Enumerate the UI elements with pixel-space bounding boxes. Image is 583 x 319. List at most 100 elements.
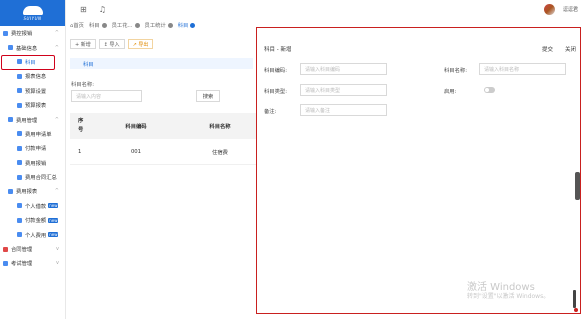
report-icon [17,160,22,166]
submit-button[interactable]: 提交 [542,45,553,53]
sidebar-item-label: 个人费用 [25,232,47,239]
close-icon[interactable] [190,23,196,28]
search-button[interactable]: 搜索 [196,90,220,102]
subject-type-label: 科目类型: [264,89,287,95]
top-bar: ⊞ ♫ 逗逗君 [66,0,583,19]
app-root: SUIYUN 费控报销 ^ 基础信息 ^ 科目 报表信息 预算设置 预算报表 费用管… [0,0,583,319]
cell-code: 001 [130,148,142,155]
subject-name-search-input[interactable]: 请输入内容 [71,90,142,102]
sidebar-item-label: 科目 [25,59,36,66]
chevron-up-icon: ^ [54,44,59,51]
sidebar-menu: 费控报销 ^ 基础信息 ^ 科目 报表信息 预算设置 预算报表 费用管理 ^ 费用申请… [0,26,65,271]
close-icon[interactable] [134,23,140,28]
sidebar-item-expense-control[interactable]: 费控报销 ^ [0,26,65,40]
sidebar-item-label: 费控报销 [11,31,33,38]
remark-field[interactable]: 请输入备注 [300,104,387,116]
column-header-code: 科目编码 [125,124,147,130]
sidebar-item-label: 费用申请单 [25,131,52,138]
filter-label: 科目名称: [71,82,94,88]
sidebar-item-budget-report[interactable]: 预算报表 [0,98,65,112]
tab-label: 员工统计 [144,23,166,29]
close-icon[interactable] [101,23,107,28]
report-icon [17,102,22,108]
logo: SUIYUN [0,0,65,26]
cloud-icon [22,5,43,15]
tab-label: 首页 [73,23,84,29]
import-button[interactable]: ↥ 导入 [98,39,125,49]
sidebar-item-expense-application[interactable]: 费用申请单 [0,127,65,141]
tab-home[interactable]: ⌂首页 [70,21,84,29]
cell-index: 1 [78,148,82,155]
sidebar-item-personal-loan[interactable]: 个人借款 new [0,199,65,213]
subject-table: 序号 科目编码 科目名称 1 001 住宿费 [70,113,256,165]
tab-employee-stats[interactable]: 员工统计 [145,21,173,29]
sidebar-item-label: 预算设置 [25,88,47,95]
add-subject-dialog: 科目 - 新增 提交 关闭 科目编码: 请输入科目编码 科目名称: 请输入科目名… [256,27,581,314]
sidebar-item-basic-info[interactable]: 基础信息 ^ [0,40,65,54]
sidebar-item-expense-reimbursement[interactable]: 费用报销 [0,156,65,170]
add-button[interactable]: + 新增 [70,39,96,49]
sidebar-item-label: 个人借款 [25,203,47,210]
sidebar-item-expense-reports[interactable]: 费用报表 ^ [0,184,65,198]
sidebar-item-subject[interactable]: 科目 [0,54,65,71]
column-header-index: 序号 [78,118,84,133]
tab-subject[interactable]: 科目 [89,21,107,29]
sidebar-item-contract-summary[interactable]: 费用合同汇总 [0,170,65,184]
toolbar: + 新增 ↥ 导入 ↗ 导出 [70,39,154,49]
tab-subject-active[interactable]: 科目 [178,21,196,29]
document-icon [17,145,22,151]
contract-icon [3,246,8,252]
folder-icon [8,45,13,51]
sidebar-item-expense-management[interactable]: 费用管理 ^ [0,112,65,126]
chevron-up-icon: ^ [54,116,59,123]
bell-icon[interactable]: ♫ [99,5,106,14]
subject-name-field[interactable]: 请输入科目名称 [479,63,566,75]
chart-icon [17,73,22,79]
subtab-subject[interactable]: 科目 [70,58,253,69]
document-icon [17,131,22,137]
resize-handle[interactable] [573,290,576,308]
sidebar-item-label: 基础信息 [16,45,38,52]
avatar[interactable] [544,4,555,15]
enabled-toggle[interactable] [484,87,495,93]
sidebar-item-budget-settings[interactable]: 预算设置 [0,84,65,98]
table-header: 序号 科目编码 科目名称 [70,113,256,139]
sidebar-item-label: 报表信息 [25,74,47,81]
logo-text: SUIYUN [23,15,42,21]
subject-type-field[interactable]: 请输入科目类型 [300,84,387,96]
table-row[interactable]: 1 001 住宿费 [70,139,256,165]
dialog-title: 科目 - 新增 [264,47,292,53]
sidebar-item-exam-management[interactable]: 考试管理 v [0,256,65,270]
tab-bar: ⌂首页 科目 员工花... 员工统计 科目 [66,19,256,31]
sidebar-item-label: 预算报表 [25,103,47,110]
export-button[interactable]: ↗ 导出 [127,39,154,49]
tab-label: 科目 [177,23,189,29]
remark-label: 备注: [264,109,277,115]
user-name[interactable]: 逗逗君 [563,6,578,13]
money-icon [3,30,8,36]
sidebar-item-label: 费用报销 [25,160,47,167]
tab-label: 科目 [88,23,100,29]
document-icon [17,174,22,180]
sidebar-item-label: 费用管理 [16,117,38,124]
scrollbar-thumb[interactable] [575,172,580,200]
chevron-down-icon: v [56,260,59,267]
sidebar-item-payment-amount[interactable]: 付款金额 new [0,213,65,227]
folder-icon [8,117,13,123]
sidebar-item-report-info[interactable]: 报表信息 [0,69,65,83]
subject-code-field[interactable]: 请输入科目编码 [300,63,387,75]
document-icon [17,217,22,223]
folder-icon [8,188,13,194]
apps-grid-icon[interactable]: ⊞ [80,5,87,14]
sidebar-item-label: 费用报表 [16,189,38,196]
sidebar-item-contract-management[interactable]: 合同管理 v [0,242,65,256]
sidebar-item-personal-expense[interactable]: 个人费用 new [0,227,65,241]
close-icon[interactable] [167,23,173,28]
column-header-name: 科目名称 [209,124,231,130]
sidebar-item-payment-application[interactable]: 付款申请 [0,141,65,155]
tab-employee-expense[interactable]: 员工花... [112,21,140,29]
close-button[interactable]: 关闭 [565,45,576,53]
sidebar-item-label: 付款申请 [25,146,47,153]
activation-watermark-text: 转到"设置"以激活 Windows。 [467,293,550,300]
sidebar-item-label: 考试管理 [11,261,33,268]
